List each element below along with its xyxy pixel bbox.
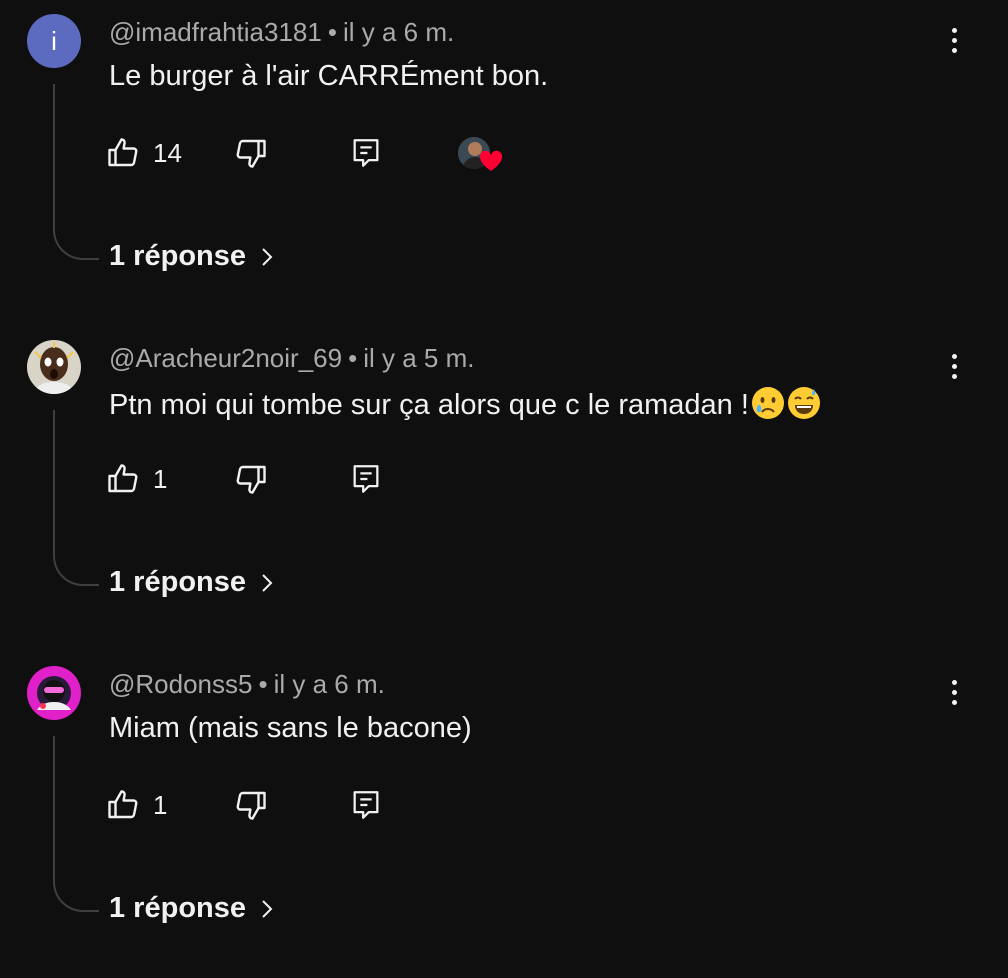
comment-actions: 1 [105, 782, 525, 828]
chevron-right-icon [262, 899, 273, 918]
more-vert-dot [951, 699, 957, 705]
more-vert-dot [951, 373, 957, 379]
comment-text: Ptn moi qui tombe sur ça alors que c le … [109, 386, 821, 422]
more-options-button[interactable] [936, 666, 972, 718]
replies-label: 1 réponse [109, 566, 246, 598]
comment-actions: 14 [105, 130, 525, 176]
comment-author[interactable]: @imadfrahtia3181 [109, 17, 322, 47]
reply-icon [353, 139, 379, 167]
thread-line [53, 736, 99, 912]
more-vert-dot [951, 37, 957, 43]
more-options-button[interactable] [936, 340, 972, 392]
thread-line [53, 410, 99, 586]
comment-item: i @imadfrahtia3181 • il y a 6 m. Le burger… [0, 0, 1008, 326]
comment-time[interactable]: il y a 6 m. [343, 17, 454, 47]
reply-icon [353, 465, 379, 493]
comment-text: Miam (mais sans le bacone) [109, 712, 472, 744]
comment-meta: @imadfrahtia3181 • il y a 6 m. [109, 17, 454, 48]
thumb-down-icon [236, 791, 266, 820]
like-button[interactable]: 1 [105, 782, 167, 828]
more-vert-dot [951, 363, 957, 369]
dislike-button[interactable] [233, 782, 269, 828]
replies-toggle[interactable]: 1 réponse [109, 566, 274, 599]
thumb-down-icon [236, 465, 266, 494]
dislike-button[interactable] [233, 456, 269, 502]
creator-heart [455, 130, 505, 176]
comment-text-content: Ptn moi qui tombe sur ça alors que c le … [109, 389, 749, 421]
more-options-button[interactable] [936, 14, 972, 66]
comment-text: Le burger à l'air CARRÉment bon. [109, 60, 549, 92]
comment-meta: @Rodonss5 • il y a 6 m. [109, 669, 385, 700]
replies-toggle[interactable]: 1 réponse [109, 892, 274, 925]
comment-author[interactable]: @Rodonss5 [109, 669, 252, 699]
replies-label: 1 réponse [109, 892, 246, 924]
avatar-letter: i [51, 25, 57, 56]
thumb-down-icon [236, 139, 266, 168]
thumb-up-icon [108, 464, 138, 493]
crying-face-emoji [751, 387, 784, 419]
replies-label: 1 réponse [109, 240, 246, 272]
like-count: 1 [153, 789, 168, 820]
separator-dot: • [327, 17, 337, 47]
comment-item: @Rodonss5 • il y a 6 m. Miam (mais sans le… [0, 652, 1008, 978]
reply-button[interactable] [349, 130, 383, 176]
chevron-right-icon [262, 573, 273, 592]
comment-item: @Aracheur2noir_69 • il y a 5 m. Ptn moi qu… [0, 326, 1008, 652]
like-count: 14 [153, 137, 182, 168]
avatar[interactable] [27, 666, 81, 720]
more-vert-icon [951, 353, 957, 359]
dislike-button[interactable] [233, 130, 269, 176]
reply-button[interactable] [349, 456, 383, 502]
like-button[interactable]: 1 [105, 456, 167, 502]
separator-dot: • [348, 343, 358, 373]
avatar-image [27, 340, 81, 394]
grinning-sweat-face-emoji [787, 387, 820, 419]
like-button[interactable]: 14 [105, 130, 182, 176]
replies-toggle[interactable]: 1 réponse [109, 240, 274, 273]
more-vert-icon [951, 679, 957, 685]
avatar-image [27, 666, 81, 720]
comment-author[interactable]: @Aracheur2noir_69 [109, 343, 342, 373]
comment-time[interactable]: il y a 6 m. [274, 669, 385, 699]
comment-time[interactable]: il y a 5 m. [363, 343, 474, 373]
separator-dot: • [258, 669, 268, 699]
more-vert-icon [951, 27, 957, 33]
avatar[interactable] [27, 340, 81, 394]
chevron-right-icon [262, 247, 273, 266]
more-vert-dot [951, 47, 957, 53]
like-count: 1 [153, 463, 168, 494]
avatar[interactable]: i [27, 14, 81, 68]
thumb-up-icon [108, 790, 138, 819]
reply-icon [353, 791, 379, 819]
thread-line [53, 84, 99, 260]
more-vert-dot [951, 689, 957, 695]
thumb-up-icon [108, 138, 138, 167]
comment-meta: @Aracheur2noir_69 • il y a 5 m. [109, 343, 474, 374]
comment-actions: 1 [105, 456, 525, 502]
reply-button[interactable] [349, 782, 383, 828]
heart-icon [479, 150, 503, 171]
